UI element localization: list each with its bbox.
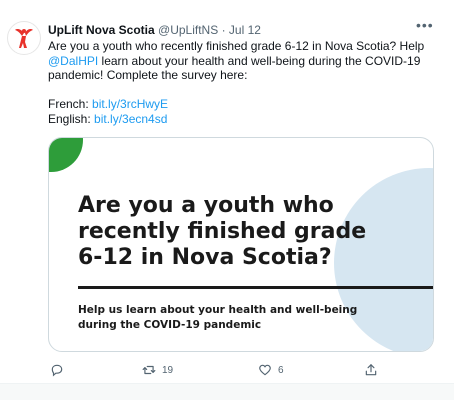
french-survey-link[interactable]: bit.ly/3rcHwyE: [92, 97, 168, 111]
media-card[interactable]: Are you a youth who recently finished gr…: [48, 137, 434, 352]
heart-icon: [259, 364, 271, 376]
card-headline-line: Are you a youth who: [78, 193, 334, 218]
timeline-divider: [0, 384, 454, 400]
avatar[interactable]: [7, 21, 41, 55]
card-subtext-line: Help us learn about your health and well…: [78, 304, 358, 316]
tweet-text-line: pandemic! Complete the survey here:: [48, 68, 248, 82]
retweet-button[interactable]: 19: [142, 360, 173, 380]
action-bar: 19 6: [48, 360, 434, 380]
retweet-icon: [142, 365, 156, 375]
french-label: French:: [48, 97, 93, 111]
card-headline: Are you a youth who recently finished gr…: [78, 193, 378, 271]
tweet-date[interactable]: Jul 12: [229, 23, 261, 37]
green-circle-decoration: [49, 138, 83, 172]
more-options-button[interactable]: •••: [416, 17, 434, 33]
retweet-count: 19: [162, 364, 174, 376]
more-horizontal-icon: •••: [416, 17, 434, 33]
english-label: English:: [48, 111, 95, 126]
card-headline-line: recently finished grade: [78, 219, 367, 244]
mention-link[interactable]: @DalHPI: [48, 54, 98, 68]
tweet-text-line: Are you a youth who recently finished gr…: [48, 39, 425, 53]
card-divider: [78, 286, 433, 289]
french-line: French: bit.ly/3rcHwyE: [48, 97, 442, 112]
share-button[interactable]: [364, 360, 378, 380]
card-subtext: Help us learn about your health and well…: [78, 303, 378, 333]
reply-button[interactable]: [50, 360, 64, 380]
tweet-header: UpLift Nova Scotia @UpLiftNS · Jul 12: [48, 23, 261, 37]
uplift-logo-icon: [15, 29, 33, 48]
card-subtext-line: during the COVID-19 pandemic: [78, 319, 262, 331]
reply-icon: [51, 364, 63, 377]
separator-dot: ·: [221, 23, 226, 37]
user-handle[interactable]: @UpLiftNS: [158, 23, 218, 37]
card-headline-line: 6-12 in Nova Scotia?: [78, 245, 332, 270]
tweet-text-line: @DalHPI learn about your health and well…: [48, 54, 442, 69]
like-count: 6: [278, 364, 284, 376]
english-line: English: bit.ly/3ecn4sd: [48, 112, 442, 127]
like-button[interactable]: 6: [258, 360, 284, 380]
tweet[interactable]: UpLift Nova Scotia @UpLiftNS · Jul 12 ••…: [0, 0, 454, 384]
tweet-text-fragment: learn about your health and well-being d…: [98, 53, 421, 68]
english-survey-link[interactable]: bit.ly/3ecn4sd: [94, 112, 167, 126]
tweet-text: Are you a youth who recently finished gr…: [48, 39, 442, 126]
share-icon: [365, 364, 377, 376]
display-name[interactable]: UpLift Nova Scotia: [48, 23, 155, 37]
